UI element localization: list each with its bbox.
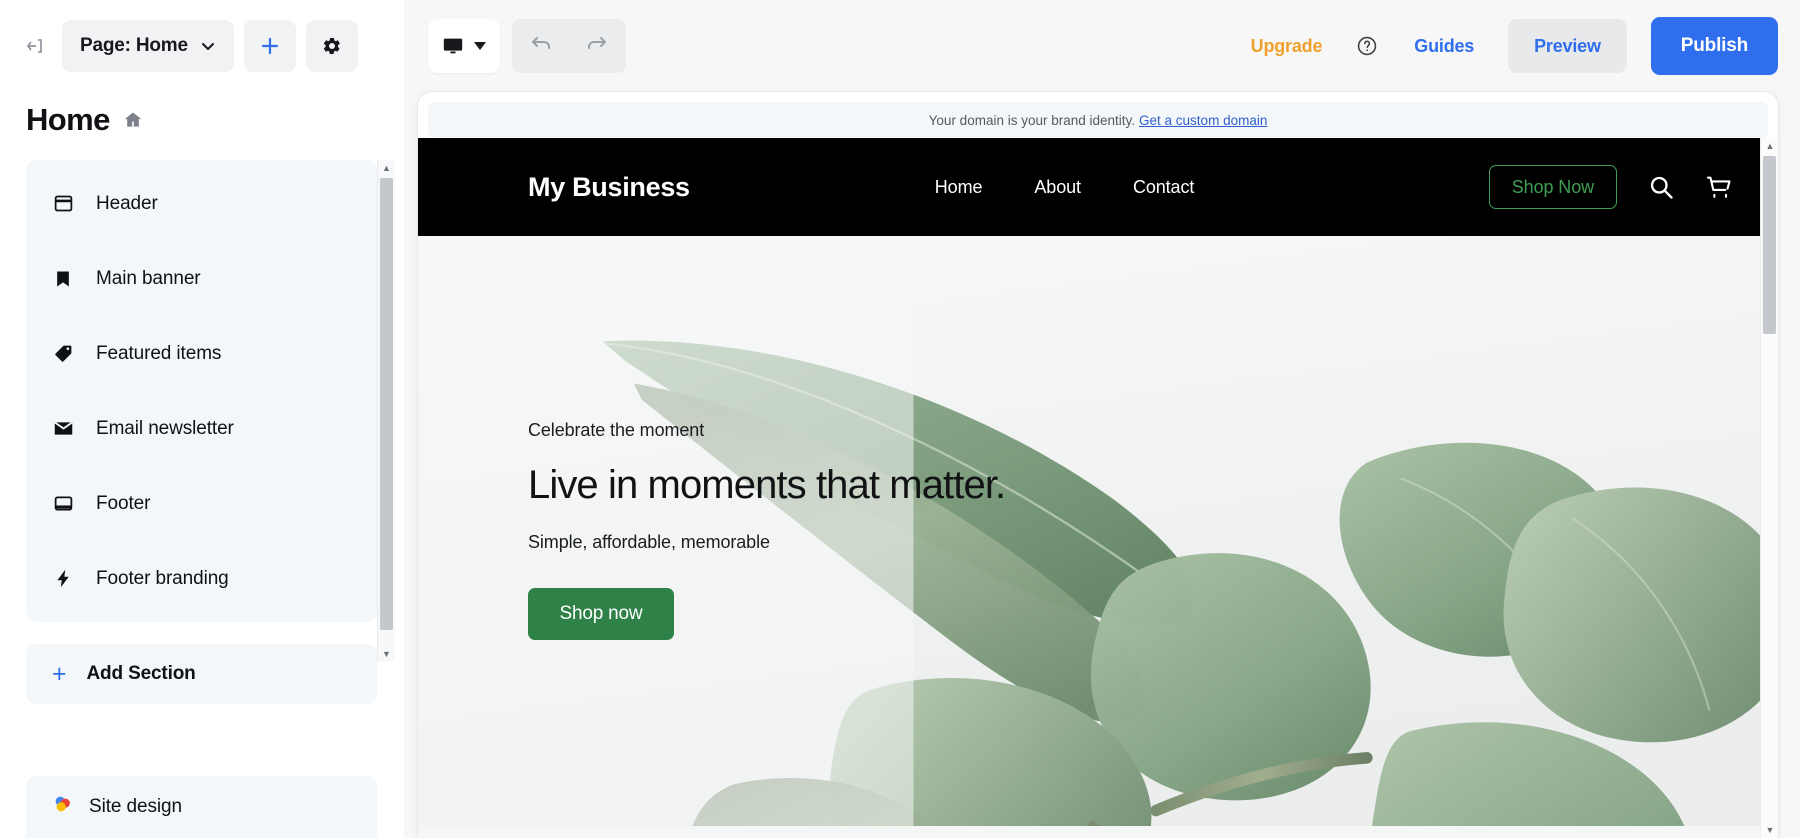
sidebar-item-label: Email newsletter <box>96 417 234 439</box>
page-title: Home <box>26 102 110 137</box>
device-selector[interactable] <box>428 19 500 73</box>
home-icon <box>124 112 142 127</box>
sidebar-item-label: Footer <box>96 492 151 514</box>
undo-arrow-icon <box>532 37 550 49</box>
sidebar-scrollbar[interactable]: ▲ ▼ <box>377 160 395 662</box>
triangle-down-icon[interactable]: ▼ <box>378 646 396 662</box>
sidebar-item-footer[interactable]: Footer <box>26 466 377 541</box>
chevron-down-icon <box>201 43 214 50</box>
site-design-button[interactable]: Site design <box>26 776 377 838</box>
add-page-button[interactable] <box>243 20 296 72</box>
hero-shop-now-button[interactable]: Shop now <box>528 588 674 640</box>
site-editor-app: Page: Home Home Header Main banner Featu… <box>0 0 1800 838</box>
editor-sidebar: Page: Home Home Header Main banner Featu… <box>0 0 404 838</box>
envelope-icon <box>52 418 74 440</box>
header-shop-now-button[interactable]: Shop Now <box>1488 165 1617 209</box>
shopping-cart-icon[interactable] <box>1705 173 1733 201</box>
search-icon[interactable] <box>1647 173 1675 201</box>
editor-main: Upgrade Guides Preview Publish Your doma… <box>404 0 1800 838</box>
hero-section: Celebrate the moment Live in moments tha… <box>418 236 1778 838</box>
add-section-button[interactable]: + Add Section <box>26 644 377 704</box>
tag-icon <box>52 343 74 365</box>
page-selector-label: Page: Home <box>80 35 188 56</box>
undo-redo-group <box>512 19 626 73</box>
sidebar-item-main-banner[interactable]: Main banner <box>26 241 377 316</box>
preview-button[interactable]: Preview <box>1508 19 1627 73</box>
undo-button[interactable] <box>518 24 566 68</box>
desktop-monitor-icon <box>443 38 463 54</box>
sidebar-item-label: Header <box>96 192 158 214</box>
plus-icon <box>261 37 278 55</box>
guides-link[interactable]: Guides <box>1402 36 1486 57</box>
site-preview-canvas: Your domain is your brand identity. Get … <box>418 92 1778 838</box>
sidebar-item-footer-branding[interactable]: Footer branding <box>26 541 377 616</box>
section-list: Header Main banner Featured items Email … <box>26 160 377 622</box>
bookmark-icon <box>52 268 74 290</box>
sidebar-item-label: Featured items <box>96 342 222 364</box>
site-header-actions: Shop Now <box>1488 165 1733 209</box>
site-design-label: Site design <box>89 796 182 817</box>
header-layout-icon <box>52 193 74 215</box>
page-title-row: Home <box>0 92 403 160</box>
nav-link-contact[interactable]: Contact <box>1133 177 1194 198</box>
sidebar-item-email-newsletter[interactable]: Email newsletter <box>26 391 377 466</box>
sidebar-item-featured-items[interactable]: Featured items <box>26 316 377 391</box>
hero-subtitle: Simple, affordable, memorable <box>528 532 770 552</box>
question-circle-icon[interactable] <box>1352 31 1382 61</box>
preview-scroll-thumb[interactable] <box>1763 156 1776 334</box>
page-settings-button[interactable] <box>305 20 358 72</box>
site-frame: My Business Home About Contact Shop Now <box>418 138 1778 838</box>
sidebar-item-header[interactable]: Header <box>26 166 377 241</box>
sidebar-scroll-track[interactable] <box>378 176 396 646</box>
sidebar-toolbar: Page: Home <box>0 0 403 92</box>
add-section-label: Add Section <box>86 663 196 684</box>
sidebar-item-label: Footer branding <box>96 567 229 589</box>
domain-banner-text: Your domain is your brand identity. <box>928 112 1136 128</box>
redo-arrow-icon <box>588 37 606 49</box>
publish-button[interactable]: Publish <box>1650 17 1778 75</box>
site-logo[interactable]: My Business <box>528 172 690 203</box>
preview-scrollbar[interactable]: ▲ ▼ <box>1760 138 1778 838</box>
hero-content: Celebrate the moment Live in moments tha… <box>528 420 1006 640</box>
page-selector[interactable]: Page: Home <box>62 20 234 72</box>
triangle-down-icon[interactable]: ▼ <box>1761 822 1778 838</box>
nav-link-home[interactable]: Home <box>935 177 983 198</box>
triangle-up-icon[interactable]: ▲ <box>378 160 396 176</box>
sidebar-item-label: Main banner <box>96 267 201 289</box>
nav-link-about[interactable]: About <box>1034 177 1081 198</box>
caret-down-icon <box>474 42 486 50</box>
main-toolbar: Upgrade Guides Preview Publish <box>404 0 1800 92</box>
color-palette-icon <box>52 793 74 821</box>
gear-icon <box>323 37 340 55</box>
upgrade-link[interactable]: Upgrade <box>1241 36 1333 57</box>
collapse-panel-icon[interactable] <box>18 29 52 63</box>
get-custom-domain-link[interactable]: Get a custom domain <box>1139 113 1267 128</box>
site-nav: Home About Contact <box>935 177 1195 198</box>
sidebar-scroll-thumb[interactable] <box>379 178 393 630</box>
lightning-bolt-icon <box>52 568 74 590</box>
site-header: My Business Home About Contact Shop Now <box>418 138 1778 236</box>
section-list-container: Header Main banner Featured items Email … <box>26 160 395 662</box>
hero-eyebrow: Celebrate the moment <box>528 420 705 440</box>
hero-title: Live in moments that matter. <box>528 463 1006 507</box>
plus-icon: + <box>52 659 67 688</box>
footer-layout-icon <box>52 493 74 515</box>
domain-banner: Your domain is your brand identity. Get … <box>428 102 1768 138</box>
triangle-up-icon[interactable]: ▲ <box>1761 138 1778 154</box>
redo-button[interactable] <box>572 24 620 68</box>
